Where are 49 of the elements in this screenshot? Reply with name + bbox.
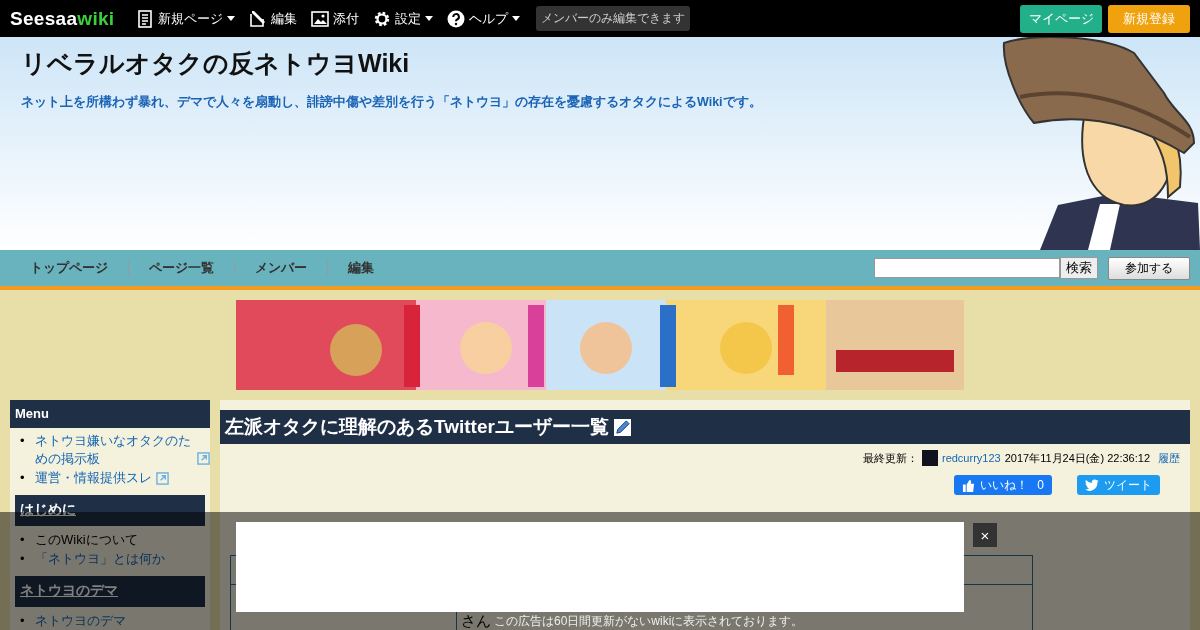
image-icon [311, 9, 330, 28]
update-date: 2017年11月24日(金) 22:36:12 [1004, 450, 1150, 466]
page-title: 左派オタクに理解のあるTwitterユーザー一覧 [225, 415, 609, 439]
sidebar-link[interactable]: 「ネトウヨ」とは何か [35, 550, 165, 568]
sidebar-heading-link[interactable]: はじめに [20, 501, 76, 517]
menu-item[interactable]: ヘルプ [447, 9, 521, 28]
edit-icon [249, 9, 268, 28]
edit-permission-note: メンバーのみ編集できます [536, 6, 691, 31]
sidebar-text: このWikiについて [35, 530, 138, 549]
nav-link[interactable]: メンバー [235, 259, 327, 277]
tweet-button[interactable]: ツイート [1077, 475, 1160, 495]
sidebar-link[interactable]: 運営・情報提供スレ [35, 469, 152, 487]
wiki-description: ネット上を所構わず暴れ、デマで人々を扇動し、誹謗中傷や差別を行う「ネトウヨ」の存在を憂慮するオタクによるWikiです。 [21, 94, 763, 111]
menu-item[interactable]: 設定 [373, 9, 434, 28]
mypage-button[interactable]: マイページ [1020, 4, 1102, 33]
close-button[interactable]: × [973, 523, 997, 547]
nav-link[interactable]: ページ一覧 [129, 259, 234, 277]
list-bullet: • [20, 469, 26, 487]
wiki-title: リベラルオタクの反ネトウヨWiki [21, 48, 411, 79]
menu-item[interactable]: 添付 [311, 9, 360, 28]
menu-item[interactable]: 編集 [249, 9, 298, 28]
sidebar-link[interactable]: ネトウヨのデマ [35, 611, 126, 630]
site-logo[interactable]: Seesaawiki [10, 7, 115, 30]
list-bullet: • [20, 611, 26, 630]
search-field[interactable] [874, 258, 1060, 278]
doc-icon [136, 9, 155, 28]
nav-link[interactable]: 編集 [328, 259, 394, 277]
settings-icon [373, 9, 392, 28]
help-icon [447, 9, 466, 28]
list-bullet: • [20, 550, 26, 568]
nav-link[interactable]: トップページ [10, 259, 128, 277]
pencil-icon[interactable] [613, 418, 631, 436]
menu-item[interactable]: 新規ページ [136, 9, 236, 28]
sidebar-link[interactable]: ネトウヨ嫌いなオタクのための掲示板 [35, 432, 193, 468]
like-button[interactable]: いいね！ 0 [954, 475, 1052, 495]
list-bullet: • [20, 432, 26, 450]
avatar-icon [921, 450, 938, 466]
join-button[interactable]: 参加する [1108, 256, 1190, 280]
history-link[interactable]: 履歴 [1158, 450, 1180, 466]
ad-notice: この広告は60日間更新がないwikiに表示されております。 [494, 613, 804, 630]
search-button[interactable]: 検索 [1060, 257, 1098, 279]
list-bullet: • [20, 530, 26, 549]
updated-label: 最終更新： [862, 450, 918, 466]
sidebar-heading: Menu [10, 400, 210, 428]
sidebar-heading-link[interactable]: ネトウヨのデマ [20, 582, 118, 598]
thumbs-up-icon [962, 478, 976, 492]
bird-icon [1085, 479, 1099, 491]
table-cell: さん [461, 612, 491, 629]
user-link[interactable]: redcurry123 [941, 452, 1001, 464]
